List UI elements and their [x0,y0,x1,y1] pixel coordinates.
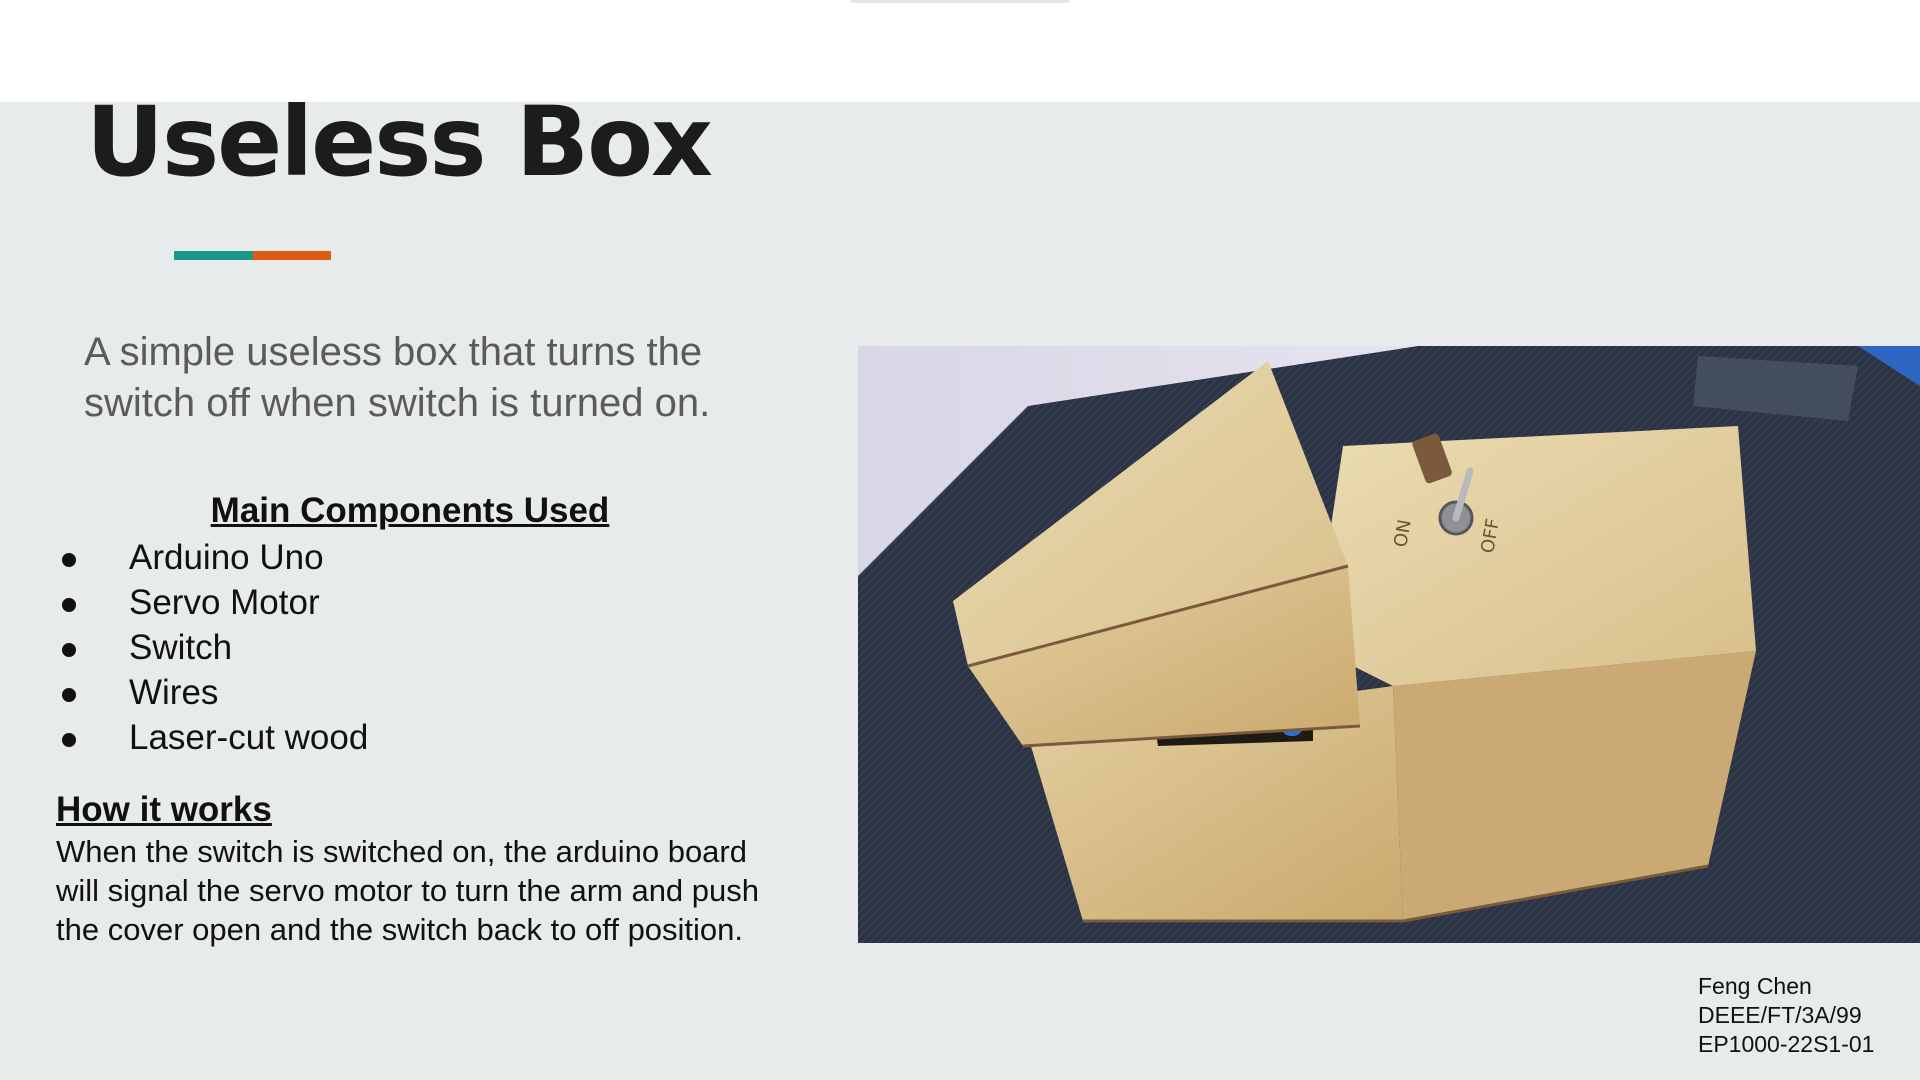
credit-module: EP1000-22S1-01 [1698,1031,1875,1057]
slide-title: Useless Box [86,102,713,198]
slide-subtitle: A simple useless box that turns the swit… [84,330,711,425]
bullet-icon [62,688,76,702]
bullet-icon [62,553,76,567]
slide: Useless Box A simple useless box that tu… [0,102,1920,1080]
component-label: Laser-cut wood [129,718,369,757]
how-it-works-body: When the switch is switched on, the ardu… [56,834,760,947]
how-it-works-heading: How it works [56,790,272,829]
title-accent-bar [174,251,331,260]
credit-class: DEEE/FT/3A/99 [1698,1002,1862,1028]
bullet-icon [62,643,76,657]
accent-orange-segment [253,251,331,260]
component-label: Switch [129,628,233,667]
accent-teal-segment [174,251,253,260]
component-label: Servo Motor [129,583,320,622]
useless-box-photo: ON OFF [858,346,1920,943]
components-heading: Main Components Used [210,491,610,530]
component-label: Wires [129,673,219,712]
author-credit: Feng Chen DEEE/FT/3A/99 EP1000-22S1-01 [1698,972,1874,1059]
scroll-hint [850,0,1070,3]
bullet-icon [62,733,76,747]
component-label: Arduino Uno [129,538,324,577]
top-toolbar-area [0,0,1920,102]
credit-name: Feng Chen [1698,973,1812,999]
box-top-fixed [1313,426,1756,686]
bullet-icon [62,598,76,612]
